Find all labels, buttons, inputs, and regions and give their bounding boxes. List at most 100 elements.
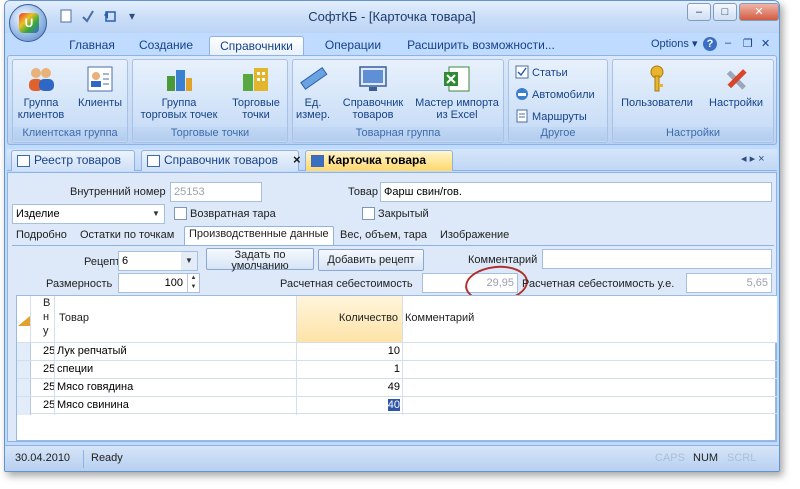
group-settings-label: Настройки <box>613 127 773 141</box>
excel-import-label-1: Мастер импорта <box>415 97 499 109</box>
comment-field[interactable] <box>542 249 772 269</box>
excel-import-button[interactable]: Мастер импорта из Excel <box>411 64 503 121</box>
row-header[interactable] <box>17 397 31 415</box>
tab-image[interactable]: Изображение <box>440 228 509 245</box>
users-button[interactable]: Пользователи <box>615 64 699 109</box>
calc-cost-label: Расчетная себестоимость <box>280 278 413 290</box>
table-row[interactable]: 25 Лук репчатый 10 <box>17 342 777 361</box>
options-label: Options <box>651 38 689 50</box>
chevron-down-icon: ▼ <box>181 252 197 270</box>
column-header-id-line-3: у <box>43 325 49 337</box>
product-label: Товар <box>348 186 378 198</box>
goods-directory-button[interactable]: Справочник товаров <box>335 64 411 121</box>
doc-tab-goods-card[interactable]: Карточка товара <box>305 150 453 171</box>
mdi-close-button[interactable]: ✕ <box>761 37 770 50</box>
cell-id: 25 <box>43 379 55 397</box>
sort-triangle-icon <box>18 316 30 326</box>
column-header-id[interactable]: В н у <box>31 296 55 342</box>
routes-button[interactable]: Маршруты <box>515 108 587 126</box>
cell-comment[interactable] <box>403 379 777 397</box>
add-recipe-button[interactable]: Добавить рецепт <box>318 249 424 271</box>
doc-tab-goods-directory[interactable]: Справочник товаров <box>141 150 299 171</box>
group-other: Статьи Автомобили Маршруты Другое <box>508 59 608 143</box>
units-label-1: Ед. <box>304 97 322 109</box>
settings-label: Настройки <box>709 97 763 109</box>
mdi-restore-button[interactable]: ❐ <box>743 37 753 50</box>
size-field[interactable]: 100 ▲ ▼ <box>118 273 200 293</box>
point-groups-button[interactable]: Группа торговых точек <box>135 64 223 121</box>
tab-details[interactable]: Подробно <box>16 228 67 245</box>
client-groups-button[interactable]: Группа клиентов <box>15 64 67 121</box>
mdi-minimize-button[interactable]: – <box>725 37 731 49</box>
size-label: Размерность <box>46 278 113 290</box>
cell-comment[interactable] <box>403 361 777 379</box>
calc-cost-ue-field[interactable]: 5,65 <box>686 273 772 293</box>
doc-tab-label: Карточка товара <box>328 153 426 167</box>
tab-create[interactable]: Создание <box>131 36 201 56</box>
table-row[interactable]: 25 специи 1 <box>17 360 777 379</box>
closed-checkbox[interactable] <box>362 207 375 220</box>
row-header[interactable] <box>17 361 31 379</box>
tools-icon <box>726 69 747 90</box>
tabs-divider <box>12 245 774 246</box>
help-icon[interactable]: ? <box>703 37 717 51</box>
row-header[interactable] <box>17 343 31 361</box>
tab-extend[interactable]: Расширить возможности... <box>401 36 561 56</box>
clients-button[interactable]: Клиенты <box>75 64 125 109</box>
column-header-quantity[interactable]: Количество <box>297 296 403 342</box>
people-icon <box>29 68 54 91</box>
recipe-grid: В н у Товар Количество Комментарий 25 Лу… <box>16 295 777 441</box>
column-header-comment[interactable]: Комментарий <box>403 296 777 342</box>
ribbon-panel: Группа клиентов Клиенты Клиентская групп… <box>7 55 777 145</box>
minimize-button[interactable]: – <box>687 3 711 21</box>
maximize-button[interactable]: □ <box>713 3 737 21</box>
grid-icon <box>147 155 160 167</box>
cell-id: 25 <box>43 343 55 361</box>
trade-points-button[interactable]: Торговые точки <box>227 64 285 121</box>
column-header-id-line-2: н <box>43 311 50 323</box>
tab-stock-by-points[interactable]: Остатки по точкам <box>80 228 174 245</box>
articles-button[interactable]: Статьи <box>515 64 568 82</box>
cell-quantity[interactable]: 1 <box>297 361 403 379</box>
cell-quantity-editing[interactable]: 40 <box>297 397 403 415</box>
cell-product: Мясо говядина <box>55 379 297 397</box>
column-header-product[interactable]: Товар <box>55 296 297 342</box>
tab-production-data[interactable]: Производственные данные <box>184 226 334 245</box>
units-button[interactable]: Ед. измер. <box>293 64 333 121</box>
tab-home[interactable]: Главная <box>61 36 123 56</box>
app-menu-button[interactable]: U <box>9 4 47 42</box>
set-default-button[interactable]: Задать по умолчанию <box>206 248 314 272</box>
recipe-select[interactable]: 6 ▼ <box>118 251 198 271</box>
point-groups-label-2: торговых точек <box>140 109 218 121</box>
goods-directory-label-1: Справочник <box>342 97 404 109</box>
table-row[interactable]: 25 Мясо свинина 40 <box>17 396 777 415</box>
cars-button[interactable]: Автомобили <box>515 86 595 104</box>
cell-quantity[interactable]: 49 <box>297 379 403 397</box>
grid-corner[interactable] <box>17 296 31 342</box>
tab-operations[interactable]: Операции <box>313 36 393 56</box>
tab-weight-volume[interactable]: Вес, объем, тара <box>340 228 427 245</box>
close-tab-icon[interactable]: × <box>293 152 301 167</box>
cell-product: Лук репчатый <box>55 343 297 361</box>
type-select[interactable]: Изделие ▼ <box>12 204 165 224</box>
clients-label: Клиенты <box>77 97 123 109</box>
row-header[interactable] <box>17 379 31 397</box>
doc-tab-goods-registry[interactable]: Реестр товаров <box>11 150 135 171</box>
client-groups-label-2: клиентов <box>17 109 65 121</box>
internal-number-field[interactable]: 25153 <box>170 182 262 202</box>
cell-quantity[interactable]: 10 <box>297 343 403 361</box>
tab-nav-controls[interactable]: ◂ ▸ × <box>741 152 765 165</box>
settings-button[interactable]: Настройки <box>703 64 769 109</box>
status-caps: CAPS <box>655 452 685 464</box>
product-name-field[interactable]: Фарш свин/гов. <box>380 182 772 202</box>
close-button[interactable]: ✕ <box>739 3 779 21</box>
returnable-checkbox[interactable] <box>174 207 187 220</box>
cell-comment[interactable] <box>403 397 777 415</box>
table-row[interactable]: 25 Мясо говядина 49 <box>17 378 777 397</box>
spinner-icon[interactable]: ▲ ▼ <box>187 274 199 292</box>
options-menu[interactable]: Options ▾ <box>651 37 698 50</box>
cell-comment[interactable] <box>403 343 777 361</box>
status-state: Ready <box>91 452 123 464</box>
comment-label: Комментарий <box>468 254 538 266</box>
point-groups-label-1: Группа <box>161 97 197 109</box>
